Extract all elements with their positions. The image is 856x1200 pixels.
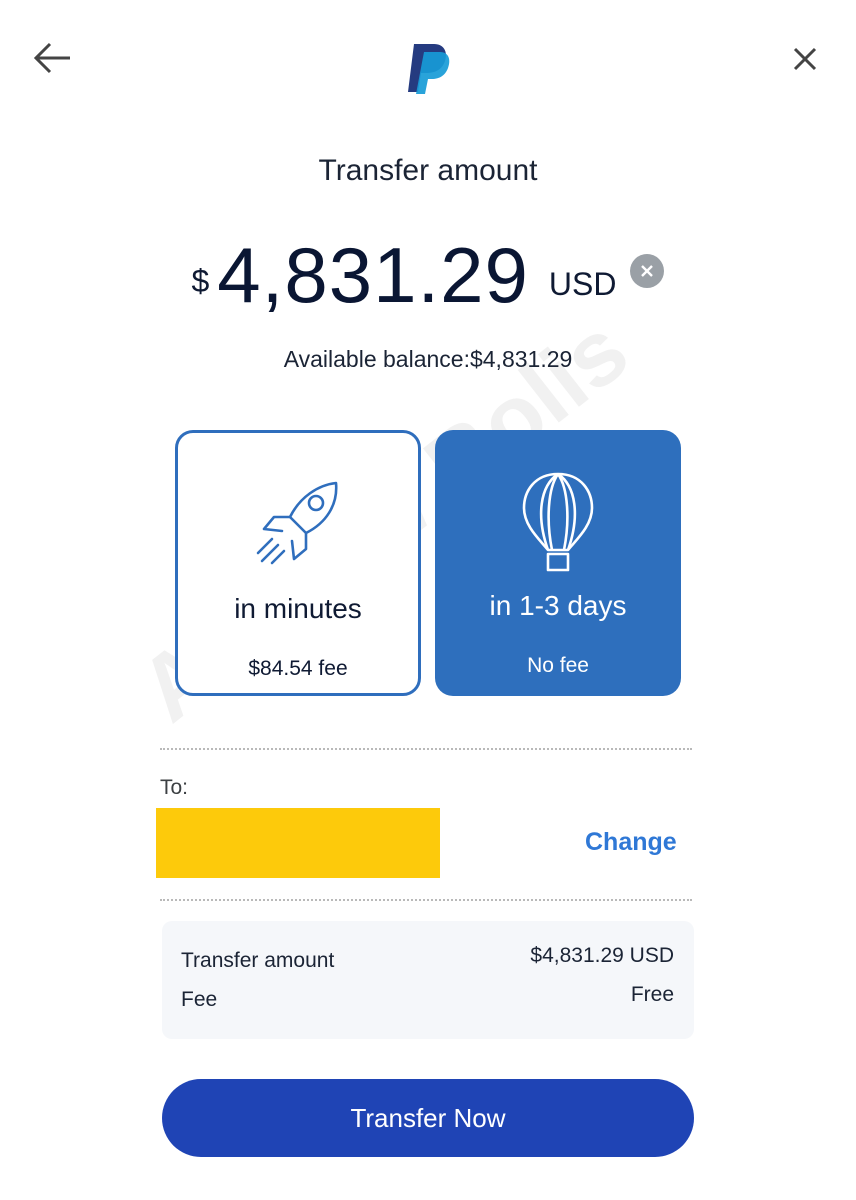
transfer-summary: Transfer amount $4,831.29 USD Fee Free: [162, 921, 694, 1039]
summary-transfer-amount-label: Transfer amount: [181, 949, 335, 972]
option-instant-label: in minutes: [234, 593, 362, 624]
currency-code: USD: [548, 265, 617, 302]
summary-fee-value: Free: [630, 983, 674, 1006]
close-icon: [641, 265, 654, 277]
currency-symbol: $: [191, 262, 210, 299]
summary-transfer-amount-value: $4,831.29 USD: [530, 944, 674, 967]
transfer-amount-display[interactable]: 4,831.29: [217, 230, 529, 321]
divider: [160, 748, 692, 750]
arrow-left-icon[interactable]: [30, 38, 74, 78]
transfer-now-button[interactable]: Transfer Now: [162, 1079, 694, 1157]
option-instant[interactable]: in minutes $84.54 fee: [175, 430, 421, 696]
close-icon[interactable]: [786, 40, 824, 78]
change-recipient-link[interactable]: Change: [585, 828, 677, 857]
recipient-redacted: [156, 808, 440, 878]
available-balance: Available balance:$4,831.29: [283, 346, 573, 372]
hot-air-balloon-icon: [522, 472, 594, 572]
divider: [160, 899, 692, 901]
option-instant-fee: $84.54 fee: [248, 657, 348, 680]
page-title: Transfer amount: [318, 154, 538, 187]
clear-amount-button[interactable]: [630, 254, 665, 288]
paypal-logo: [408, 44, 450, 94]
rocket-icon: [256, 481, 338, 565]
option-standard[interactable]: in 1-3 days No fee: [435, 430, 681, 696]
summary-fee-label: Fee: [181, 988, 218, 1011]
option-standard-fee: No fee: [527, 654, 589, 677]
to-label: To:: [160, 776, 189, 799]
amount-row: $ 4,831.29 USD: [0, 230, 856, 320]
option-standard-label: in 1-3 days: [489, 590, 627, 621]
